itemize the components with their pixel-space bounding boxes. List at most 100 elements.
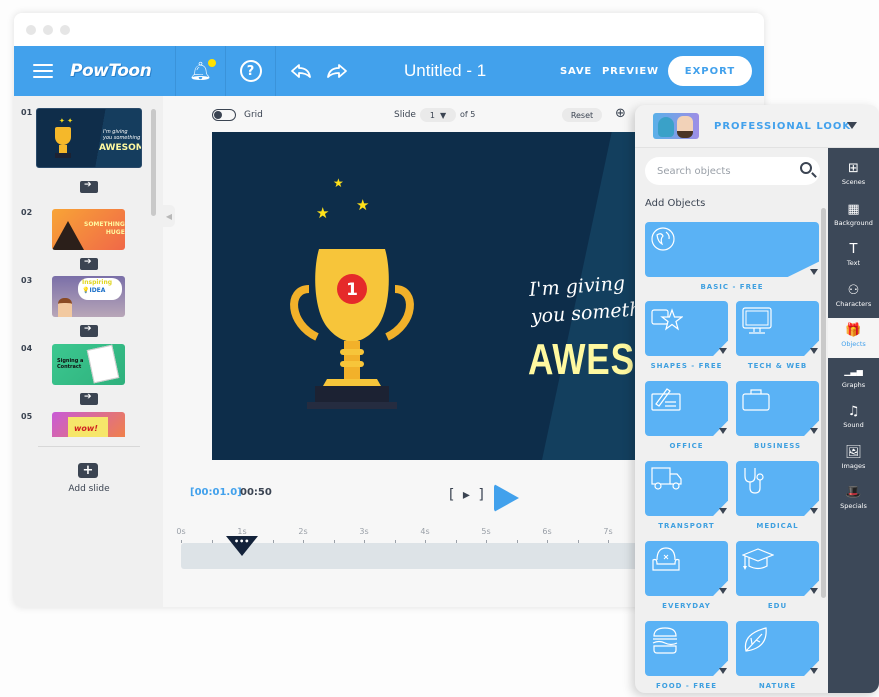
object-category-label[interactable]: TECH & WEB	[736, 362, 819, 370]
transition-icon[interactable]	[77, 255, 98, 270]
caret-down-icon[interactable]	[719, 588, 727, 594]
caret-down-icon[interactable]	[847, 122, 857, 129]
document-title[interactable]: Untitled - 1	[404, 61, 486, 81]
caret-down-icon[interactable]	[719, 348, 727, 354]
object-category-tile[interactable]	[736, 461, 819, 516]
slide-canvas[interactable]: ★ ★ ★ 1 I'm giving you someth AWESO	[212, 132, 639, 460]
help-button[interactable]: ?	[226, 46, 276, 96]
preview-slide-button[interactable]: [ ▸ ]	[449, 487, 486, 503]
sidebar-item-characters[interactable]: ⚇ Characters	[828, 278, 879, 318]
object-category-tile[interactable]	[645, 222, 819, 277]
help-icon: ?	[239, 60, 262, 82]
slide-thumbnail-5[interactable]: wow!	[52, 412, 125, 437]
transition-icon[interactable]	[77, 178, 98, 193]
slide-select-value: 1	[429, 110, 435, 120]
caret-down-icon[interactable]	[810, 428, 818, 434]
window-minimize-dot[interactable]	[43, 24, 53, 35]
transition-icon[interactable]	[77, 390, 98, 405]
sidebar-item-sound[interactable]: ♫ Sound	[828, 399, 879, 439]
search-icon[interactable]	[800, 162, 812, 174]
trophy-icon[interactable]: 1	[287, 249, 417, 409]
thumb-headline: Inspiring 💡IDEA	[82, 279, 113, 294]
window-maximize-dot[interactable]	[60, 24, 70, 35]
slide-thumbnail-3[interactable]: Inspiring 💡IDEA	[52, 276, 125, 317]
slide-select[interactable]: 1 ▼	[420, 108, 456, 122]
undo-icon[interactable]	[290, 63, 312, 79]
object-category-tile[interactable]	[736, 541, 819, 596]
window-close-dot[interactable]	[26, 24, 36, 35]
sidebar-item-objects[interactable]: 🎁 Objects	[828, 318, 879, 358]
save-button[interactable]: SAVE	[560, 66, 592, 77]
object-category-tile[interactable]	[645, 621, 728, 676]
preview-button[interactable]: PREVIEW	[602, 66, 659, 77]
briefcase-icon	[742, 389, 770, 411]
slide-thumbnail-2[interactable]: SOMETHING HUGE	[52, 209, 125, 250]
caret-down-icon[interactable]	[810, 348, 818, 354]
object-category-label[interactable]: SHAPES - FREE	[645, 362, 728, 370]
collapse-panel-handle[interactable]: ◀	[163, 205, 175, 227]
caret-down-icon[interactable]	[719, 508, 727, 514]
search-field[interactable]	[645, 157, 820, 185]
transition-icon[interactable]	[77, 322, 98, 337]
section-title: Add Objects	[645, 198, 706, 209]
caret-down-icon[interactable]	[810, 668, 818, 674]
canvas-headline[interactable]: AWESO	[528, 335, 639, 385]
caret-down-icon[interactable]	[719, 428, 727, 434]
slide-thumbnail-4[interactable]: Signing a Contract	[52, 344, 125, 385]
caret-down-icon[interactable]	[810, 508, 818, 514]
reset-button[interactable]: Reset	[562, 108, 602, 122]
hamburger-menu-icon[interactable]	[30, 61, 56, 81]
timeline-tick-label: 0s	[176, 527, 186, 536]
objects-scrollbar[interactable]	[821, 208, 826, 598]
sound-icon: ♫	[847, 404, 860, 419]
object-category-label[interactable]: NATURE	[736, 682, 819, 690]
object-category-label[interactable]: MEDICAL	[736, 522, 819, 530]
redo-icon[interactable]	[326, 63, 348, 79]
sidebar-item-specials[interactable]: 🎩 Specials	[828, 480, 879, 520]
grid-toggle[interactable]	[212, 109, 236, 121]
play-button[interactable]	[494, 484, 519, 512]
object-category-label[interactable]: FOOD - FREE	[645, 682, 728, 690]
slides-panel: 01 ✦ ✦ I'm givingyou something AWESOME! …	[14, 96, 163, 607]
sidebar-item-images[interactable]: 🖼 Images	[828, 440, 879, 480]
thumb-caption: I'm giving you something	[103, 129, 141, 141]
timeline-tick-label: 4s	[420, 527, 430, 536]
object-category-label[interactable]: EVERYDAY	[645, 602, 728, 610]
more-icon[interactable]: •••	[234, 537, 249, 546]
object-category-tile[interactable]	[736, 381, 819, 436]
object-category-tile[interactable]	[645, 541, 728, 596]
export-button[interactable]: EXPORT	[668, 56, 752, 86]
object-category-tile[interactable]	[645, 301, 728, 356]
caret-down-icon[interactable]	[719, 668, 727, 674]
brand-segment: PowToon	[14, 46, 176, 96]
zoom-in-icon[interactable]: ⊕	[615, 106, 626, 121]
object-category-label[interactable]: BASIC - FREE	[645, 283, 819, 291]
search-input[interactable]	[645, 157, 785, 185]
style-title[interactable]: PROFESSIONAL LOOK	[714, 121, 851, 132]
notifications-button[interactable]: 🔔︎	[176, 46, 226, 96]
object-category-label[interactable]: OFFICE	[645, 442, 728, 450]
star-icon: ★	[356, 196, 370, 214]
sidebar-item-scenes[interactable]: ⊞ Scenes	[828, 156, 879, 196]
caret-down-icon[interactable]	[810, 269, 818, 275]
object-category-tile[interactable]	[736, 301, 819, 356]
object-category-tile[interactable]	[645, 461, 728, 516]
caret-down-icon[interactable]	[810, 588, 818, 594]
sidebar-item-background[interactable]: ▦ Background	[828, 197, 879, 237]
timeline-tick-label: 6s	[542, 527, 552, 536]
sidebar-item-graphs[interactable]: ▁▃▅ Graphs	[828, 359, 879, 399]
powtoon-logo[interactable]: PowToon	[70, 61, 152, 81]
canvas-caption[interactable]: I'm giving you someth	[528, 269, 639, 331]
object-category-tile[interactable]	[736, 621, 819, 676]
slides-scrollbar[interactable]	[151, 109, 156, 216]
object-category-tile[interactable]	[645, 381, 728, 436]
object-category-label[interactable]: BUSINESS	[736, 442, 819, 450]
object-category-label[interactable]: EDU	[736, 602, 819, 610]
sidebar-item-text[interactable]: T Text	[828, 237, 879, 277]
slide-thumbnail-1[interactable]: ✦ ✦ I'm givingyou something AWESOME!	[36, 108, 142, 168]
object-category-label[interactable]: TRANSPORT	[645, 522, 728, 530]
add-slide-label[interactable]: Add slide	[14, 484, 164, 494]
style-selector[interactable]: PROFESSIONAL LOOK	[635, 105, 879, 148]
add-slide-button[interactable]: +	[78, 463, 98, 478]
slide-label: Slide	[394, 110, 416, 120]
